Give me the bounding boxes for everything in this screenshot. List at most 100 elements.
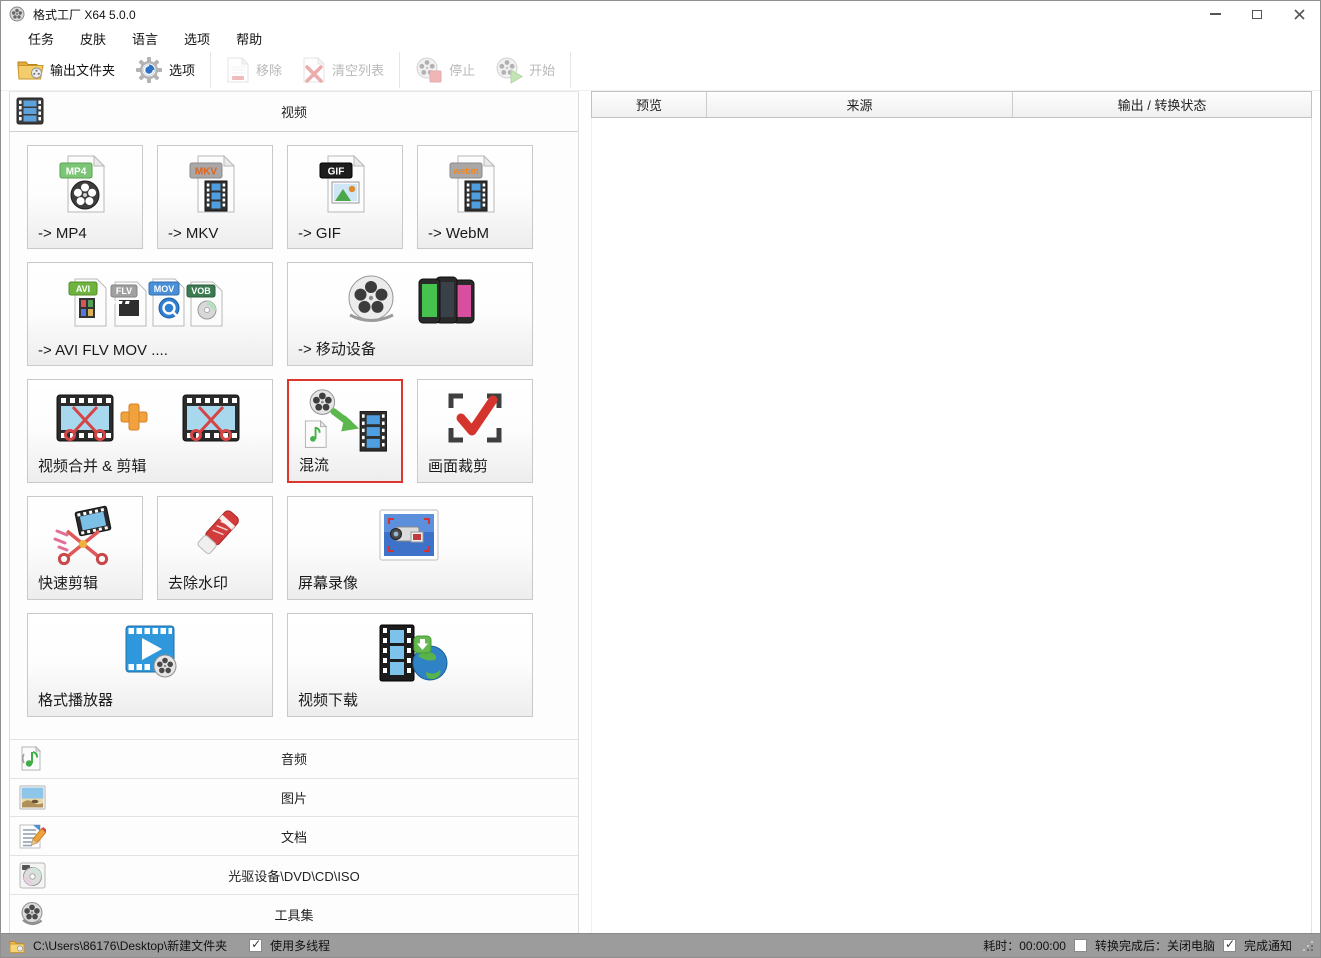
shutdown-after-checkbox[interactable] xyxy=(1074,939,1087,952)
column-header-output-status[interactable]: 输出 / 转换状态 xyxy=(1013,92,1311,117)
start-label: 开始 xyxy=(529,60,555,79)
crop-check-icon xyxy=(418,385,532,453)
remove-label: 移除 xyxy=(256,60,282,79)
gif-file-icon: GIF xyxy=(288,151,402,219)
format-sidebar: 视频 MP4 -> MP4 xyxy=(9,91,579,933)
grid-item-remove-watermark[interactable]: 去除水印 xyxy=(157,496,273,600)
menu-tasks[interactable]: 任务 xyxy=(15,27,67,50)
grid-item-label: -> GIF xyxy=(298,225,341,242)
task-list-header: 预览 来源 输出 / 转换状态 xyxy=(591,91,1312,118)
minimize-button[interactable] xyxy=(1198,2,1232,26)
maximize-icon xyxy=(1252,10,1262,19)
output-folder-icon xyxy=(17,58,44,81)
start-button[interactable]: 开始 xyxy=(485,52,565,88)
clear-list-button[interactable]: 清空列表 xyxy=(292,53,394,87)
options-button[interactable]: 选项 xyxy=(125,52,205,88)
menu-skin[interactable]: 皮肤 xyxy=(67,27,119,50)
menu-language[interactable]: 语言 xyxy=(119,27,171,50)
grid-item-label: 视频合并 & 剪辑 xyxy=(38,455,146,476)
sidebar-category-picture[interactable]: 图片 xyxy=(10,778,578,817)
grid-item-label: 快速剪辑 xyxy=(38,572,98,593)
grid-item-to-mobile-devices[interactable]: -> 移动设备 xyxy=(287,262,533,366)
column-header-preview[interactable]: 预览 xyxy=(592,92,707,117)
grid-item-label: 画面裁剪 xyxy=(428,455,488,476)
grid-item-crop[interactable]: 画面裁剪 xyxy=(417,379,533,483)
options-label: 选项 xyxy=(169,60,195,79)
stop-button[interactable]: 停止 xyxy=(405,52,485,88)
maximize-button[interactable] xyxy=(1240,2,1274,26)
category-label: 图片 xyxy=(10,788,578,807)
toolbar-separator xyxy=(399,52,400,88)
mux-icon xyxy=(289,386,401,454)
format-player-icon xyxy=(28,619,272,687)
task-list-body[interactable] xyxy=(591,118,1312,933)
menu-options[interactable]: 选项 xyxy=(171,27,223,50)
app-window: 格式工厂 X64 5.0.0 任务 皮肤 语言 选项 帮助 输出文件夹 xyxy=(0,0,1321,958)
window-title: 格式工厂 X64 5.0.0 xyxy=(33,6,136,23)
grid-item-quick-clip[interactable]: 快速剪辑 xyxy=(27,496,143,600)
grid-item-to-avi-flv-mov[interactable]: AVI FLV xyxy=(27,262,273,366)
remove-doc-icon xyxy=(226,57,250,83)
sidebar-category-document[interactable]: 文档 xyxy=(10,816,578,855)
start-icon xyxy=(495,56,523,84)
grid-item-video-download[interactable]: 视频下载 xyxy=(287,613,533,717)
grid-item-label: 混流 xyxy=(299,454,329,475)
grid-item-label: 格式播放器 xyxy=(38,689,113,710)
notify-checkbox[interactable] xyxy=(1223,939,1236,952)
close-icon xyxy=(1294,9,1305,20)
grid-item-merge-clip[interactable]: 视频合并 & 剪辑 xyxy=(27,379,273,483)
mobile-devices-icon xyxy=(288,268,532,336)
menu-help[interactable]: 帮助 xyxy=(223,27,275,50)
output-folder-button[interactable]: 输出文件夹 xyxy=(7,54,125,85)
svg-text:MP4: MP4 xyxy=(66,166,87,177)
output-folder-label: 输出文件夹 xyxy=(50,60,115,79)
mkv-file-icon: MKV xyxy=(158,151,272,219)
sidebar-category-toolset[interactable]: 工具集 xyxy=(10,894,578,933)
toolbar: 输出文件夹 选项 xyxy=(1,49,1320,91)
screen-record-icon xyxy=(288,502,532,570)
status-bar: C:\Users\86176\Desktop\新建文件夹 使用多线程 耗时：00… xyxy=(1,933,1320,957)
task-list-panel: 预览 来源 输出 / 转换状态 xyxy=(591,91,1312,933)
grid-item-screen-record[interactable]: 屏幕录像 xyxy=(287,496,533,600)
menu-bar: 任务 皮肤 语言 选项 帮助 xyxy=(1,27,1320,49)
sidebar-category-audio[interactable]: 音频 xyxy=(10,739,578,778)
grid-item-label: 视频下载 xyxy=(298,689,358,710)
eraser-icon xyxy=(158,502,272,570)
video-merge-clip-icon xyxy=(28,385,272,453)
notify-label: 完成通知 xyxy=(1244,937,1292,954)
conversion-grid: MP4 -> MP4 MKV xyxy=(10,132,578,739)
shutdown-after-label: 转换完成后：关闭电脑 xyxy=(1095,937,1215,954)
toolbar-separator xyxy=(210,52,211,88)
grid-item-to-webm[interactable]: webm -> WebM xyxy=(417,145,533,249)
multithread-checkbox[interactable] xyxy=(249,939,262,952)
resize-grip[interactable] xyxy=(1302,940,1314,952)
grid-item-label: -> 移动设备 xyxy=(298,338,376,359)
grid-item-to-mp4[interactable]: MP4 -> MP4 xyxy=(27,145,143,249)
svg-text:VOB: VOB xyxy=(191,286,211,296)
main-area: 视频 MP4 -> MP4 xyxy=(1,91,1320,933)
grid-item-mux[interactable]: 混流 xyxy=(287,379,403,483)
column-header-source[interactable]: 来源 xyxy=(707,92,1013,117)
grid-item-format-player[interactable]: 格式播放器 xyxy=(27,613,273,717)
mp4-file-icon: MP4 xyxy=(28,151,142,219)
grid-item-label: -> AVI FLV MOV .... xyxy=(38,342,168,359)
svg-text:webm: webm xyxy=(452,166,479,176)
svg-text:FLV: FLV xyxy=(116,286,132,296)
category-label: 音频 xyxy=(10,749,578,768)
sidebar-category-disc[interactable]: 光驱设备\DVD\CD\ISO xyxy=(10,855,578,894)
minimize-icon xyxy=(1210,13,1221,15)
remove-button[interactable]: 移除 xyxy=(216,53,292,87)
webm-file-icon: webm xyxy=(418,151,532,219)
toolbar-separator xyxy=(570,52,571,88)
clear-list-label: 清空列表 xyxy=(332,60,384,79)
grid-item-to-gif[interactable]: GIF -> GIF xyxy=(287,145,403,249)
category-label: 文档 xyxy=(10,827,578,846)
grid-item-to-mkv[interactable]: MKV -> MKV xyxy=(157,145,273,249)
title-bar: 格式工厂 X64 5.0.0 xyxy=(1,1,1320,27)
clear-list-icon xyxy=(302,57,326,83)
output-path[interactable]: C:\Users\86176\Desktop\新建文件夹 xyxy=(33,937,227,954)
svg-text:AVI: AVI xyxy=(76,284,90,294)
close-button[interactable] xyxy=(1282,2,1316,26)
sidebar-category-video[interactable]: 视频 xyxy=(10,92,578,132)
grid-item-label: -> MP4 xyxy=(38,225,87,242)
